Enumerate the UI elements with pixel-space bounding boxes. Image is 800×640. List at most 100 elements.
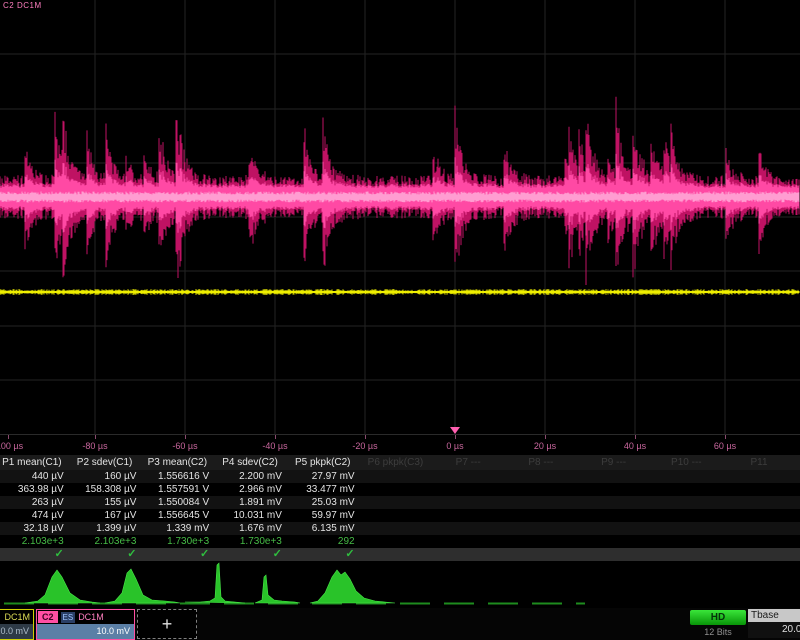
measure-cell — [727, 548, 800, 561]
measure-cell — [364, 483, 437, 496]
measure-cell — [654, 522, 727, 535]
measure-cell — [509, 496, 582, 509]
measure-cell — [582, 509, 655, 522]
measure-cell: 2.966 mV — [218, 483, 291, 496]
measure-cell: 474 µV — [0, 509, 73, 522]
tbase-label: Tbase — [748, 609, 800, 622]
measure-cell: ✓ — [291, 548, 364, 561]
axis-label: -60 µs — [172, 441, 197, 451]
measure-cell — [509, 535, 582, 548]
axis-tick — [185, 435, 186, 439]
histicon-p1[interactable] — [25, 570, 100, 603]
axis-label: 40 µs — [624, 441, 646, 451]
measure-cell: 167 µV — [73, 509, 146, 522]
measure-cell: 1.556645 V — [145, 509, 218, 522]
axis-label: -80 µs — [82, 441, 107, 451]
axis-tick — [725, 435, 726, 439]
measure-cell: ✓ — [218, 548, 291, 561]
measure-cell — [436, 470, 509, 483]
trigger-marker-icon[interactable] — [450, 427, 460, 434]
measure-header-p7[interactable]: P7 --- — [436, 455, 509, 470]
measure-cell — [436, 509, 509, 522]
measure-cell — [727, 535, 800, 548]
axis-tick — [365, 435, 366, 439]
histicon-p3[interactable] — [185, 563, 245, 603]
measure-header-p2[interactable]: P2 sdev(C1) — [73, 455, 146, 470]
axis-label: 60 µs — [714, 441, 736, 451]
hd-bits-label: 12 Bits — [690, 627, 746, 637]
axis-tick — [8, 435, 9, 439]
measure-cell — [582, 548, 655, 561]
measure-cell: ✓ — [145, 548, 218, 561]
measure-header-p9[interactable]: P9 --- — [582, 455, 655, 470]
measure-cell — [364, 470, 437, 483]
hd-mode-badge[interactable]: HD — [690, 610, 746, 625]
measure-cell — [582, 496, 655, 509]
measure-cell — [654, 548, 727, 561]
axis-label: -20 µs — [352, 441, 377, 451]
channel-descriptor-c2[interactable]: C2 ES DC1M 10.0 mV — [36, 609, 135, 640]
measure-cell: 59.97 mV — [291, 509, 364, 522]
measure-cell: 1.676 mV — [218, 522, 291, 535]
measure-cell — [654, 483, 727, 496]
measure-cell — [654, 535, 727, 548]
measure-table: P1 mean(C1)P2 sdev(C1)P3 mean(C2)P4 sdev… — [0, 455, 800, 561]
measure-cell: 10.031 mV — [218, 509, 291, 522]
measure-cell — [436, 483, 509, 496]
measure-cell — [364, 509, 437, 522]
measure-cell — [727, 509, 800, 522]
measure-cell — [364, 548, 437, 561]
measure-header-p1[interactable]: P1 mean(C1) — [0, 455, 73, 470]
measure-header-p5[interactable]: P5 pkpk(C2) — [291, 455, 364, 470]
measure-cell — [582, 483, 655, 496]
measure-header-p6[interactable]: P6 pkpk(C3) — [364, 455, 437, 470]
axis-label: 20 µs — [534, 441, 556, 451]
histicon-p5[interactable] — [310, 570, 395, 603]
top-left-trace-label: C2 DC1M — [3, 1, 42, 10]
measure-cell: 1.891 mV — [218, 496, 291, 509]
measure-cell — [582, 470, 655, 483]
c2-eres-badge: ES — [61, 612, 76, 623]
histicon-p4[interactable] — [255, 575, 300, 603]
tbase-descriptor[interactable]: Tbase 20.0 µs — [748, 609, 800, 638]
measure-cell — [727, 522, 800, 535]
measure-header-p4[interactable]: P4 sdev(C2) — [218, 455, 291, 470]
measure-cell: 27.97 mV — [291, 470, 364, 483]
c1-coupling-label: DC1M — [4, 610, 30, 624]
measure-cell — [436, 535, 509, 548]
measure-cell: 1.339 mV — [145, 522, 218, 535]
histicon-strip — [0, 561, 800, 608]
measure-header-p11[interactable]: P11 — [727, 455, 800, 470]
measure-cell: 2.103e+3 — [0, 535, 73, 548]
oscilloscope-screen: C2 DC1M -100 µs-80 µs-60 µs-40 µs-20 µs0… — [0, 0, 800, 640]
histicon-p2[interactable] — [105, 569, 180, 603]
measure-cell — [654, 509, 727, 522]
measure-cell: ✓ — [0, 548, 73, 561]
measure-cell — [509, 522, 582, 535]
timebase-axis: -100 µs-80 µs-60 µs-40 µs-20 µs0 µs20 µs… — [0, 434, 800, 456]
measure-cell — [582, 522, 655, 535]
measure-cell: 1.550084 V — [145, 496, 218, 509]
channel-descriptor-c1[interactable]: DC1M 10.0 mV — [0, 609, 34, 640]
measure-cell: 363.98 µV — [0, 483, 73, 496]
c1-vdiv-value: 10.0 mV — [0, 624, 33, 639]
measure-cell — [727, 496, 800, 509]
measure-header-p10[interactable]: P10 --- — [654, 455, 727, 470]
measure-cell: 440 µV — [0, 470, 73, 483]
axis-tick — [95, 435, 96, 439]
measure-cell: 1.556616 V — [145, 470, 218, 483]
axis-label: 0 µs — [446, 441, 463, 451]
c2-coupling-label: DC1M — [78, 610, 104, 624]
measure-cell: 33.477 mV — [291, 483, 364, 496]
measure-cell: 158.308 µV — [73, 483, 146, 496]
measure-cell — [436, 522, 509, 535]
c2-vdiv-value: 10.0 mV — [37, 624, 134, 639]
measure-header-p8[interactable]: P8 --- — [509, 455, 582, 470]
add-trace-button[interactable]: + — [137, 609, 197, 639]
measure-cell — [509, 548, 582, 561]
measure-cell: 2.200 mV — [218, 470, 291, 483]
measure-header-p3[interactable]: P3 mean(C2) — [145, 455, 218, 470]
axis-tick — [545, 435, 546, 439]
waveform-svg — [0, 0, 800, 434]
measure-cell — [654, 470, 727, 483]
